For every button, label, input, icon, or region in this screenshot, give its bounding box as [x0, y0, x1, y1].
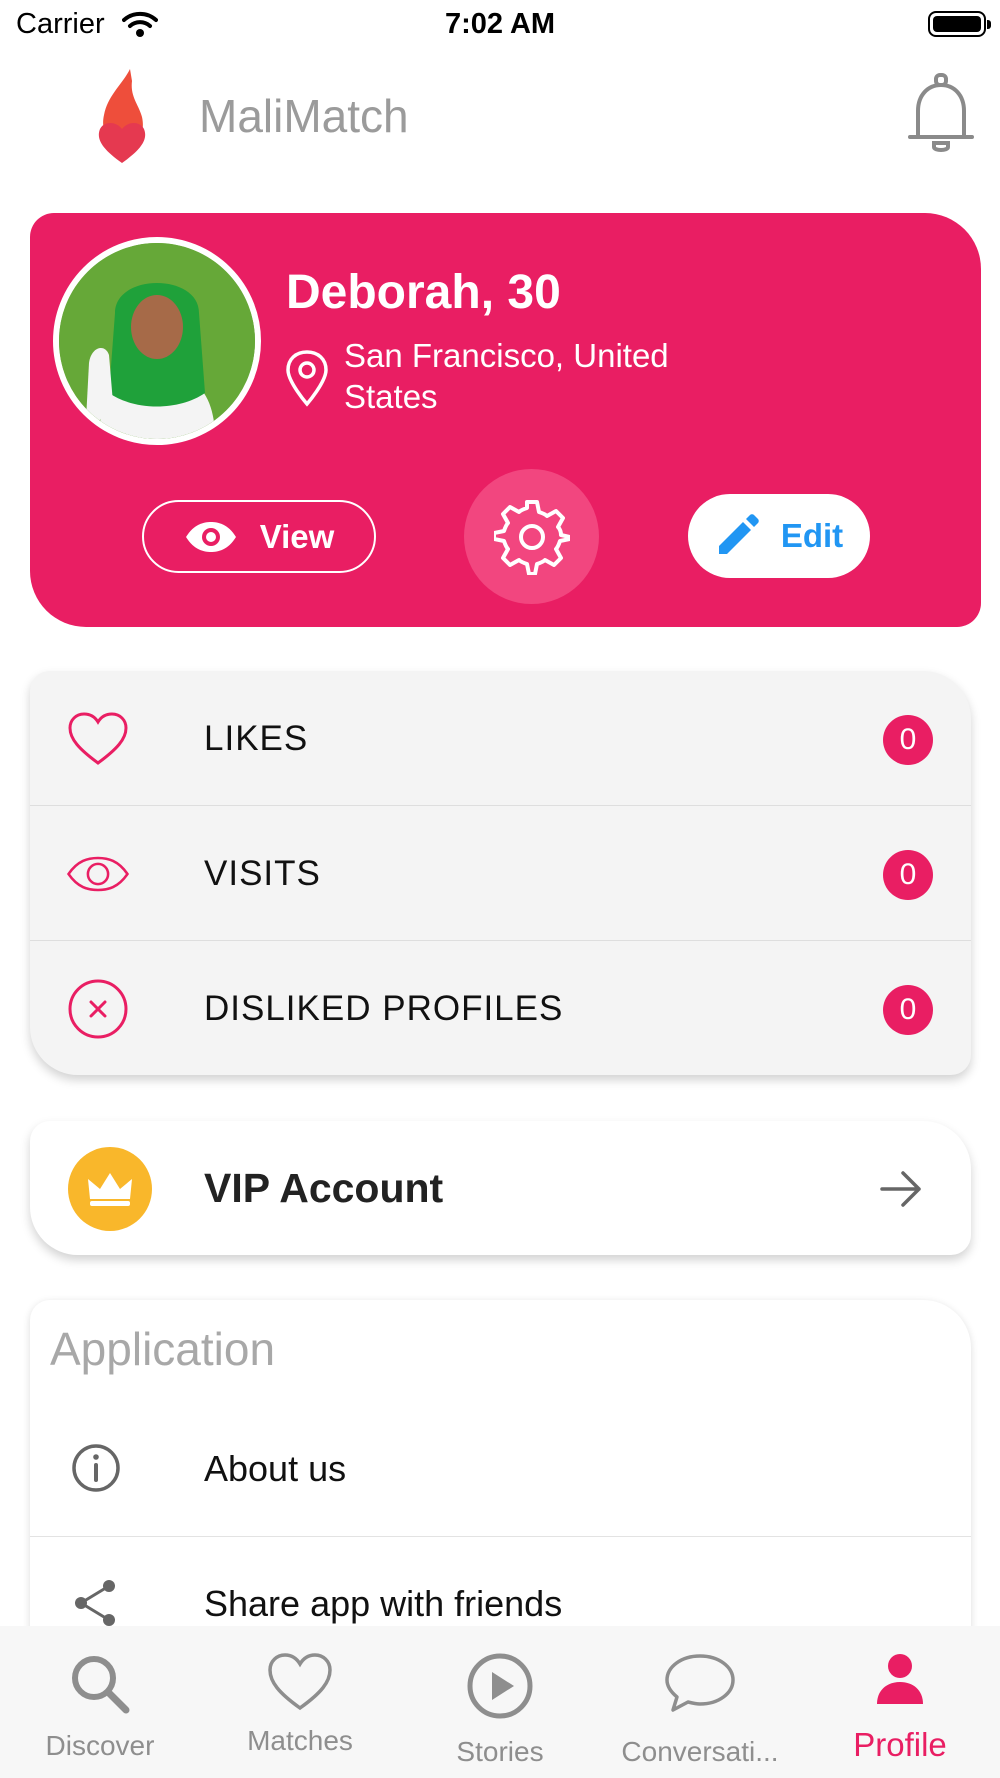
count-badge: 0: [883, 850, 933, 900]
avatar-photo: [59, 243, 255, 439]
vip-label: VIP Account: [204, 1165, 444, 1211]
status-time: 7:02 AM: [444, 8, 556, 40]
close-circle-icon: [66, 977, 130, 1041]
bottom-tab-bar: Discover Matches Stories Conversati... P…: [0, 1626, 1000, 1778]
pencil-icon: [718, 514, 759, 554]
status-bar: Carrier 7:02 AM: [0, 0, 1000, 52]
stats-card: LIKES 0 VISITS 0 DISLIKED PROFILES 0: [30, 671, 971, 1075]
gear-icon: [493, 499, 570, 575]
view-profile-button[interactable]: View: [142, 500, 376, 573]
chat-bubble-icon: [600, 1652, 800, 1714]
profile-name: Deborah, 30: [286, 266, 561, 319]
edit-profile-button[interactable]: Edit: [688, 494, 870, 578]
view-button-label: View: [259, 517, 335, 555]
eye-outline-icon: [66, 842, 130, 906]
play-icon: [400, 1652, 600, 1720]
profile-location: San Francisco, United States: [344, 337, 669, 415]
person-icon: [800, 1652, 1000, 1706]
vip-account-row[interactable]: VIP Account: [30, 1121, 971, 1255]
avatar[interactable]: [53, 237, 261, 445]
location-pin-icon: [286, 350, 328, 407]
eye-icon: [185, 521, 236, 552]
settings-button[interactable]: [464, 469, 599, 604]
tab-label: Stories: [456, 1736, 544, 1767]
stat-label: LIKES: [204, 719, 309, 758]
arrow-right-icon: [880, 1171, 921, 1207]
share-icon: [66, 1573, 126, 1633]
crown-icon: [68, 1147, 152, 1231]
tab-conversations[interactable]: Conversati...: [600, 1626, 800, 1778]
section-title: Application: [50, 1323, 276, 1375]
tab-matches[interactable]: Matches: [200, 1626, 400, 1778]
menu-item-label: About us: [204, 1448, 347, 1489]
count-badge: 0: [883, 715, 933, 765]
count-badge: 0: [883, 985, 933, 1035]
edit-button-label: Edit: [780, 517, 844, 554]
menu-item-label: Share app with friends: [204, 1583, 563, 1624]
tab-discover[interactable]: Discover: [0, 1626, 200, 1778]
heart-outline-icon: [66, 707, 130, 771]
tab-profile[interactable]: Profile: [800, 1626, 1000, 1778]
stat-row-likes[interactable]: LIKES 0: [30, 671, 971, 806]
bell-icon[interactable]: [906, 71, 976, 157]
menu-item-about-us[interactable]: About us: [30, 1402, 971, 1537]
search-icon: [0, 1652, 200, 1716]
stat-label: DISLIKED PROFILES: [204, 989, 564, 1028]
tab-label: Discover: [45, 1730, 155, 1761]
heart-icon: [200, 1652, 400, 1712]
app-title: MaliMatch: [199, 90, 409, 142]
tab-label: Conversati...: [621, 1736, 779, 1767]
application-section: Application About us Share app with frie…: [30, 1300, 971, 1660]
tab-label: Profile: [853, 1726, 947, 1763]
battery-icon: [928, 11, 991, 37]
app-header: MaliMatch: [0, 55, 1000, 175]
stat-row-disliked[interactable]: DISLIKED PROFILES 0: [30, 941, 971, 1075]
stat-label: VISITS: [204, 854, 321, 893]
tab-label: Matches: [247, 1725, 353, 1756]
stat-row-visits[interactable]: VISITS 0: [30, 806, 971, 941]
flame-heart-logo-icon: [98, 69, 146, 163]
tab-stories[interactable]: Stories: [400, 1626, 600, 1778]
profile-card: Deborah, 30 San Francisco, United States…: [30, 213, 981, 627]
info-icon: [66, 1438, 126, 1498]
